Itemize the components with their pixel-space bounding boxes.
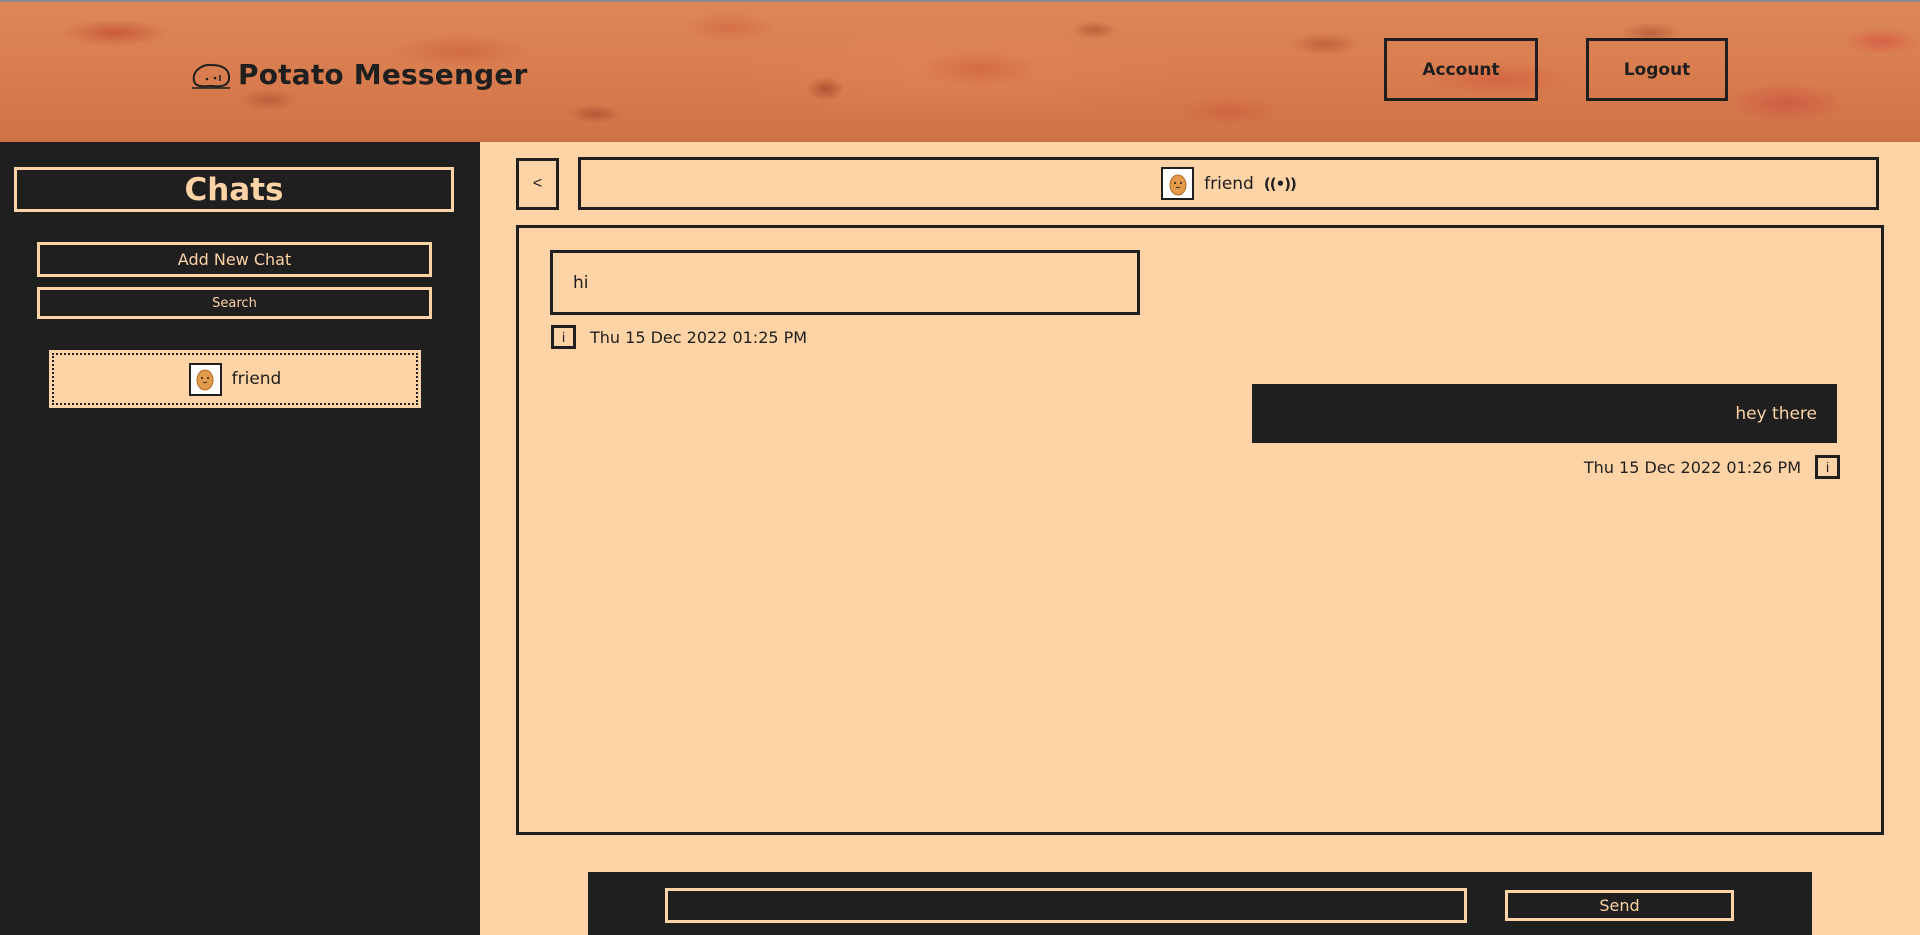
send-button[interactable]: Send (1505, 890, 1734, 921)
brand: Potato Messenger (190, 58, 528, 91)
message-input[interactable] (665, 888, 1467, 923)
received-message: hi (550, 250, 1140, 315)
message-timestamp: Thu 15 Dec 2022 01:25 PM (590, 327, 808, 347)
account-button[interactable]: Account (1384, 38, 1538, 101)
message-list[interactable]: hi i Thu 15 Dec 2022 01:25 PM hey there … (516, 225, 1884, 835)
search-button[interactable]: Search (37, 287, 432, 319)
app-header: Potato Messenger Account Logout (0, 0, 1920, 142)
chat-list-item-friend[interactable]: friend (49, 350, 421, 408)
add-new-chat-button[interactable]: Add New Chat (37, 242, 432, 277)
online-broadcast-icon: ((•)) (1263, 174, 1297, 193)
chat-list-item-name: friend (231, 369, 282, 389)
contact-name: friend (1204, 173, 1254, 194)
message-composer: Send (588, 872, 1812, 935)
received-message-meta: i Thu 15 Dec 2022 01:25 PM (551, 325, 807, 349)
potato-avatar-icon (188, 362, 222, 396)
potato-logo-icon (192, 63, 231, 89)
message-info-button[interactable]: i (551, 325, 576, 349)
message-info-button[interactable]: i (1815, 455, 1840, 479)
sent-message-meta: Thu 15 Dec 2022 01:26 PM i (1584, 455, 1840, 479)
back-button[interactable]: < (516, 158, 559, 210)
chat-header: friend ((•)) (578, 157, 1879, 210)
chats-sidebar: Chats Add New Chat Search friend (0, 142, 480, 935)
logout-button[interactable]: Logout (1586, 38, 1728, 101)
potato-avatar-icon (1161, 167, 1195, 200)
message-timestamp: Thu 15 Dec 2022 01:26 PM (1583, 457, 1801, 477)
sidebar-title: Chats (14, 167, 454, 212)
app-title: Potato Messenger (238, 58, 528, 91)
sent-message: hey there (1252, 384, 1837, 443)
